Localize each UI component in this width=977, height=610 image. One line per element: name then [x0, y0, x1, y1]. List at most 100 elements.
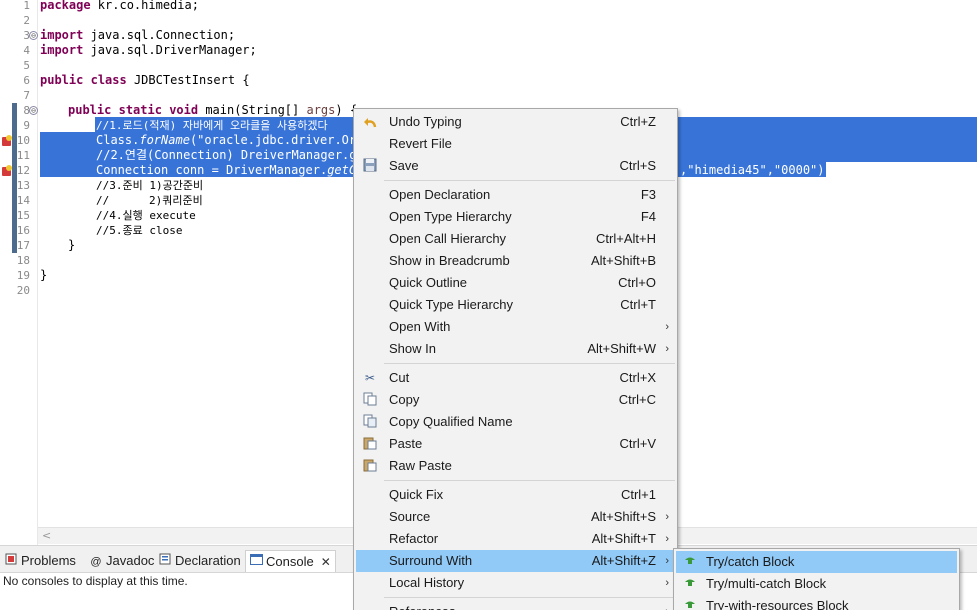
line-number: 20 — [16, 284, 30, 297]
code-line: import java.sql.Connection; — [40, 28, 235, 43]
menu-item-source[interactable]: Source Alt+Shift+S › — [356, 506, 675, 528]
code-line: } — [68, 238, 76, 252]
menu-item-shortcut: Ctrl+S — [619, 158, 656, 173]
menu-item-label: Refactor — [389, 531, 439, 546]
code-text: forName — [139, 133, 190, 147]
menu-item-shortcut: Alt+Shift+Z — [591, 553, 656, 568]
menu-item-label: Try-with-resources Block — [706, 598, 849, 610]
fold-toggle-icon[interactable]: ⊖ — [29, 31, 38, 40]
menu-item-label: Copy — [389, 392, 420, 407]
keyword: package — [40, 0, 91, 12]
javadoc-icon: @ — [90, 556, 102, 568]
fold-toggle-icon[interactable]: ⊖ — [29, 106, 38, 115]
menu-item-show-in-breadcrumb[interactable]: Show in Breadcrumb Alt+Shift+B — [356, 250, 675, 272]
keyword: void — [169, 103, 199, 117]
selection-range-indicator — [12, 103, 17, 253]
template-icon — [682, 576, 698, 592]
scroll-left-icon[interactable]: < — [42, 529, 51, 542]
menu-item-surround-with[interactable]: Surround With Alt+Shift+Z › — [356, 550, 675, 572]
line-number: 19 — [16, 269, 30, 282]
menu-item-copy[interactable]: Copy Ctrl+C — [356, 389, 675, 411]
problems-icon — [4, 551, 18, 573]
menu-item-quick-outline[interactable]: Quick Outline Ctrl+O — [356, 272, 675, 294]
menu-item-open-with[interactable]: Open With › — [356, 316, 675, 338]
context-menu: Undo Typing Ctrl+Z Revert File Save Ctrl… — [353, 108, 678, 610]
menu-item-label: Quick Type Hierarchy — [389, 297, 514, 312]
code-line: ,"himedia45","0000"); — [680, 163, 832, 177]
menu-item-show-in[interactable]: Show In Alt+Shift+W › — [356, 338, 675, 360]
menu-separator — [384, 597, 675, 598]
menu-item-label: Try/catch Block — [706, 554, 795, 569]
menu-item-open-declaration[interactable]: Open Declaration F3 — [356, 184, 675, 206]
menu-item-paste[interactable]: Paste Ctrl+V — [356, 433, 675, 455]
menu-item-label: Show In — [389, 341, 436, 356]
code-text: Connection conn = DriverManager. — [96, 163, 328, 177]
tab-declaration[interactable]: Declaration — [158, 550, 241, 572]
menu-separator — [384, 480, 675, 481]
menu-separator — [384, 363, 675, 364]
menu-item-shortcut: Alt+Shift+B — [590, 253, 656, 268]
keyword: class — [90, 73, 127, 87]
menu-item-label: Quick Outline — [389, 275, 468, 290]
line-number: 6 — [23, 74, 30, 87]
close-icon[interactable]: ✕ — [321, 555, 331, 569]
menu-item-raw-paste[interactable]: Raw Paste — [356, 455, 675, 477]
cut-icon: ✂ — [364, 371, 376, 385]
menu-item-shortcut: Ctrl+Alt+H — [596, 231, 656, 246]
save-icon — [362, 158, 378, 174]
menu-item-save[interactable]: Save Ctrl+S — [356, 155, 675, 177]
line-number: 5 — [23, 59, 30, 72]
copy-qualified-icon — [362, 414, 378, 430]
menu-item-shortcut: Ctrl+V — [619, 436, 656, 451]
menu-item-local-history[interactable]: Local History › — [356, 572, 675, 594]
tab-label: Problems — [21, 553, 76, 568]
tab-problems[interactable]: Problems — [4, 550, 76, 572]
line-number: 4 — [23, 44, 30, 57]
comment-line: //4.실행 execute — [96, 209, 196, 222]
menu-item-label: Show in Breadcrumb — [389, 253, 510, 268]
submenu-item-try-catch[interactable]: Try/catch Block — [676, 551, 957, 573]
menu-item-revert-file[interactable]: Revert File — [356, 133, 675, 155]
tab-label: Javadoc — [106, 553, 155, 568]
error-quickfix-icon[interactable] — [2, 135, 13, 146]
menu-item-quick-type-hierarchy[interactable]: Quick Type Hierarchy Ctrl+T — [356, 294, 675, 316]
menu-item-open-call-hierarchy[interactable]: Open Call Hierarchy Ctrl+Alt+H — [356, 228, 675, 250]
keyword: public — [40, 73, 84, 87]
menu-item-references[interactable]: References › — [356, 601, 675, 610]
copy-icon — [362, 392, 378, 408]
comment-line: // 2)쿼리준비 — [96, 194, 203, 207]
tab-label: Declaration — [175, 553, 241, 568]
menu-item-copy-qualified-name[interactable]: Copy Qualified Name — [356, 411, 675, 433]
menu-item-label: Revert File — [389, 136, 452, 151]
menu-item-undo-typing[interactable]: Undo Typing Ctrl+Z — [356, 111, 675, 133]
submenu-item-try-multi-catch[interactable]: Try/multi-catch Block — [676, 573, 957, 595]
menu-item-refactor[interactable]: Refactor Alt+Shift+T › — [356, 528, 675, 550]
keyword: import — [40, 28, 84, 42]
code-line: //2.연결(Connection) DreiverManager.ge — [96, 148, 364, 162]
code-text: java.sql.Connection; — [83, 28, 236, 42]
chevron-right-icon: › — [665, 555, 669, 567]
menu-item-shortcut: Alt+Shift+S — [590, 509, 656, 524]
code-line: package kr.co.himedia; — [40, 0, 199, 13]
comment-line: //3.준비 1)공간준비 — [96, 179, 204, 192]
keyword: import — [40, 43, 84, 57]
menu-item-label: Quick Fix — [389, 487, 444, 502]
line-number: 1 — [23, 0, 30, 12]
menu-item-open-type-hierarchy[interactable]: Open Type Hierarchy F4 — [356, 206, 675, 228]
menu-item-shortcut: Ctrl+Z — [620, 114, 656, 129]
tab-javadoc[interactable]: @ Javadoc — [89, 550, 154, 572]
menu-item-shortcut: Ctrl+X — [619, 370, 656, 385]
tab-console[interactable]: Console ✕ — [245, 550, 336, 572]
chevron-right-icon: › — [665, 511, 669, 523]
menu-item-quick-fix[interactable]: Quick Fix Ctrl+1 — [356, 484, 675, 506]
submenu-item-try-with-resources[interactable]: Try-with-resources Block — [676, 595, 957, 610]
menu-item-cut[interactable]: ✂ Cut Ctrl+X — [356, 367, 675, 389]
string-literal: "oracle.jdbc.driver.Ora — [197, 133, 364, 147]
code-line: //1.로드(적재) 자바에게 오라클을 사용하겠다 — [96, 119, 328, 132]
menu-item-label: Paste — [389, 436, 423, 451]
declaration-icon — [158, 551, 172, 573]
error-quickfix-icon[interactable] — [2, 165, 13, 176]
menu-item-label: Source — [389, 509, 431, 524]
menu-item-label: Local History — [389, 575, 465, 590]
code-line: Class.forName("oracle.jdbc.driver.Ora — [96, 133, 363, 148]
